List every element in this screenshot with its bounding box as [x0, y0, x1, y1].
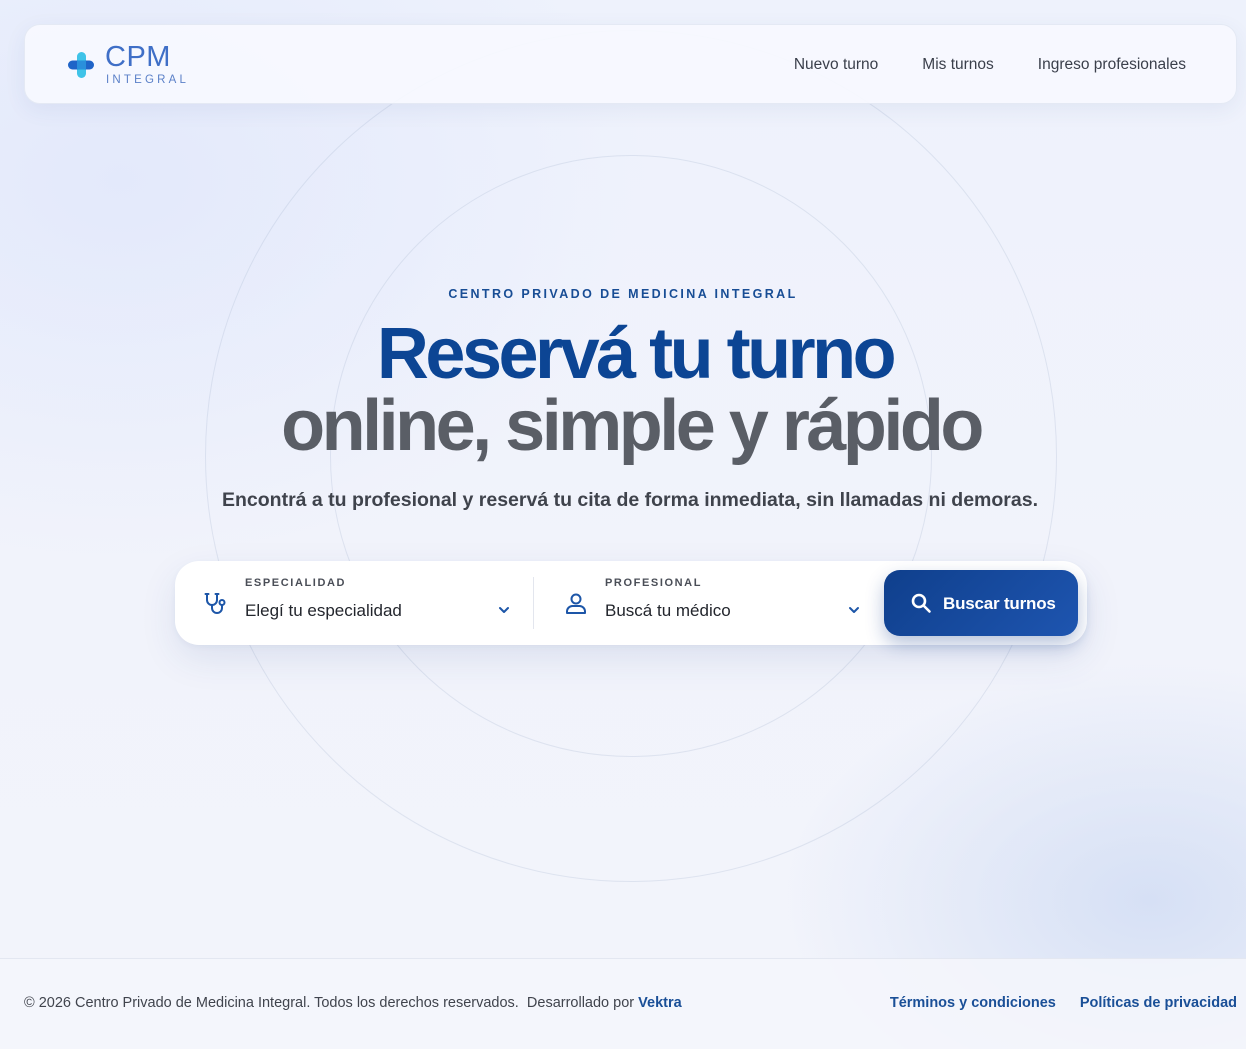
specialty-label: ESPECIALIDAD — [245, 577, 347, 589]
professional-label: PROFESIONAL — [605, 577, 703, 589]
field-divider — [533, 577, 534, 629]
footer-copyright: © 2026 Centro Privado de Medicina Integr… — [24, 995, 519, 1011]
footer-copyright-block: © 2026 Centro Privado de Medicina Integr… — [24, 995, 682, 1011]
main-nav: Nuevo turno Mis turnos Ingreso profesion… — [794, 25, 1186, 105]
search-icon — [911, 593, 931, 613]
logo-title: CPM — [105, 41, 171, 73]
medical-cross-icon — [68, 52, 94, 78]
logo[interactable]: CPM INTEGRAL — [67, 41, 197, 89]
footer-developer-link[interactable]: Vektra — [638, 995, 682, 1011]
site-header: CPM INTEGRAL Nuevo turno Mis turnos Ingr… — [24, 24, 1237, 104]
hero-headline: Reservá tu turno online, simple y rápido — [0, 318, 1246, 462]
hero-headline-line1: Reservá tu turno — [376, 314, 897, 394]
nav-ingreso-profesionales[interactable]: Ingreso profesionales — [1038, 56, 1186, 74]
page: CPM INTEGRAL Nuevo turno Mis turnos Ingr… — [0, 0, 1246, 1049]
footer-link-privacy[interactable]: Políticas de privacidad — [1080, 995, 1237, 1011]
nav-nuevo-turno[interactable]: Nuevo turno — [794, 56, 878, 74]
stethoscope-icon — [204, 593, 226, 614]
user-icon — [566, 593, 586, 614]
hero-eyebrow: CENTRO PRIVADO DE MEDICINA INTEGRAL — [448, 287, 798, 301]
hero-subtitle: Encontrá a tu profesional y reservá tu c… — [221, 489, 1038, 511]
specialty-value: Elegí tu especialidad — [245, 601, 402, 620]
search-button-label: Buscar turnos — [943, 594, 1056, 613]
chevron-down-icon — [849, 607, 859, 613]
logo-subtitle: INTEGRAL — [106, 74, 190, 86]
professional-select[interactable]: PROFESIONAL Buscá tu médico — [535, 561, 875, 645]
chevron-down-icon — [499, 607, 509, 613]
hero-headline-line2: online, simple y rápido — [281, 386, 984, 466]
nav-mis-turnos[interactable]: Mis turnos — [922, 56, 994, 74]
footer-developed-by: Desarrollado por — [526, 995, 635, 1011]
specialty-select[interactable]: ESPECIALIDAD Elegí tu especialidad — [175, 561, 533, 645]
search-button[interactable]: Buscar turnos — [884, 570, 1078, 636]
site-footer: © 2026 Centro Privado de Medicina Integr… — [0, 958, 1246, 1049]
footer-link-terms[interactable]: Términos y condiciones — [890, 995, 1056, 1011]
footer-links: Términos y condiciones Políticas de priv… — [890, 995, 1237, 1011]
professional-value: Buscá tu médico — [605, 601, 731, 620]
search-bar: ESPECIALIDAD Elegí tu especialidad PROFE… — [175, 561, 1087, 645]
